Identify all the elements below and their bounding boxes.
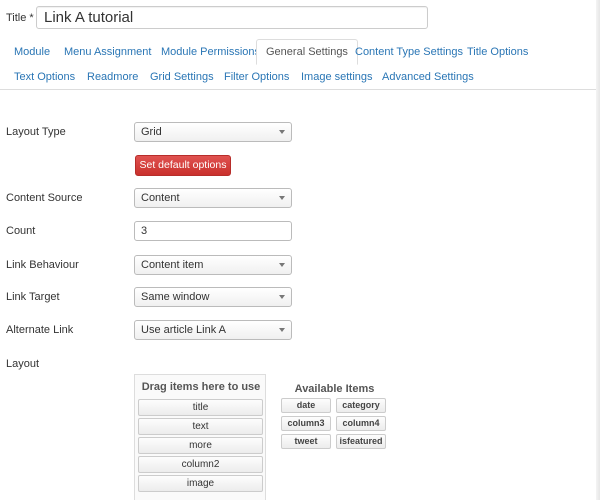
link-behaviour-select[interactable]: Content item [134, 255, 292, 275]
alternate-link-row: Alternate Link Use article Link A [6, 320, 596, 340]
tab-module-permissions[interactable]: Module Permissions [161, 40, 260, 64]
tab-content-type-settings[interactable]: Content Type Settings [355, 40, 463, 64]
link-target-value: Same window [141, 291, 210, 303]
tab-general-settings[interactable]: General Settings [256, 39, 358, 65]
used-item[interactable]: image [138, 475, 263, 492]
alternate-link-select[interactable]: Use article Link A [134, 320, 292, 340]
layout-type-row: Layout Type Grid [6, 122, 596, 142]
link-target-label: Link Target [6, 291, 60, 303]
content-source-value: Content [141, 192, 180, 204]
available-item[interactable]: tweet [281, 434, 331, 449]
link-behaviour-value: Content item [141, 259, 204, 271]
available-item[interactable]: isfeatured [336, 434, 386, 449]
alternate-link-label: Alternate Link [6, 324, 74, 336]
settings-tabs: Module Menu Assignment Module Permission… [0, 38, 600, 90]
alternate-link-value: Use article Link A [141, 324, 226, 336]
layout-type-value: Grid [141, 126, 162, 138]
chevron-down-icon [279, 328, 285, 332]
count-row: Count 3 [6, 221, 596, 241]
content-source-select[interactable]: Content [134, 188, 292, 208]
tab-image-settings[interactable]: Image settings [301, 65, 373, 89]
set-default-options-button[interactable]: Set default options [135, 155, 231, 176]
count-label: Count [6, 225, 36, 237]
layout-label: Layout [6, 358, 40, 370]
available-item[interactable]: date [281, 398, 331, 413]
scrollbar[interactable] [596, 0, 600, 500]
content-source-label: Content Source [6, 192, 83, 204]
link-behaviour-row: Link Behaviour Content item [6, 255, 596, 275]
available-item[interactable]: column4 [336, 416, 386, 431]
link-target-select[interactable]: Same window [134, 287, 292, 307]
layout-type-label: Layout Type [6, 126, 66, 138]
content-source-row: Content Source Content [6, 188, 596, 208]
used-item[interactable]: column2 [138, 456, 263, 473]
title-label: Title * [6, 12, 34, 24]
chevron-down-icon [279, 263, 285, 267]
drag-drop-zone[interactable]: Drag items here to use title text more c… [134, 374, 266, 500]
used-item[interactable]: more [138, 437, 263, 454]
tab-title-options[interactable]: Title Options [467, 40, 528, 64]
tab-module[interactable]: Module [14, 40, 50, 64]
available-items-title: Available Items [294, 383, 375, 395]
chevron-down-icon [279, 130, 285, 134]
title-input[interactable] [36, 6, 428, 29]
drag-zone-title: Drag items here to use [141, 381, 261, 393]
chevron-down-icon [279, 196, 285, 200]
link-target-row: Link Target Same window [6, 287, 596, 307]
available-item[interactable]: category [336, 398, 386, 413]
layout-row: Layout [6, 354, 596, 374]
tab-grid-settings[interactable]: Grid Settings [150, 65, 214, 89]
used-item[interactable]: title [138, 399, 263, 416]
link-behaviour-label: Link Behaviour [6, 259, 79, 271]
tab-filter-options[interactable]: Filter Options [224, 65, 289, 89]
tab-advanced-settings[interactable]: Advanced Settings [382, 65, 474, 89]
used-item[interactable]: text [138, 418, 263, 435]
tab-menu-assignment[interactable]: Menu Assignment [64, 40, 151, 64]
tab-text-options[interactable]: Text Options [14, 65, 75, 89]
chevron-down-icon [279, 295, 285, 299]
available-item[interactable]: column3 [281, 416, 331, 431]
count-input[interactable]: 3 [134, 221, 292, 241]
tab-readmore[interactable]: Readmore [87, 65, 138, 89]
layout-type-select[interactable]: Grid [134, 122, 292, 142]
